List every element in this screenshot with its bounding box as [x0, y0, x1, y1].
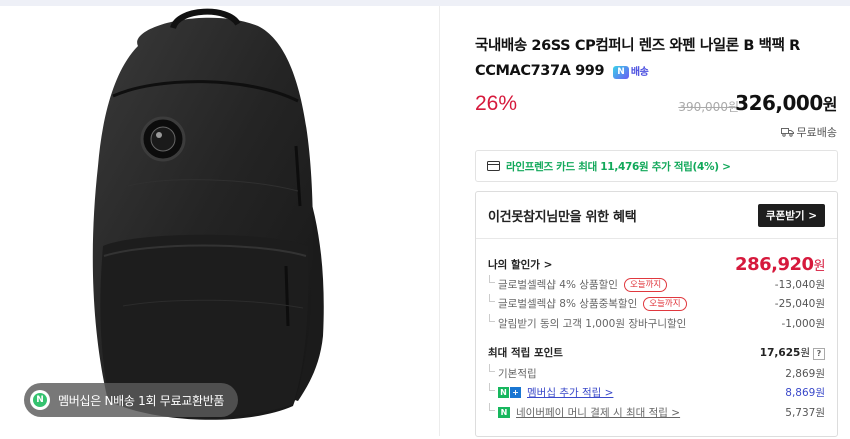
card-icon [487, 161, 500, 171]
npay-icon: N [498, 407, 510, 418]
product-image-panel[interactable]: N 멤버십은 N배송 1회 무료교환반품 [8, 6, 440, 436]
benefit-box: 이건못참지님만을 위한 혜택 쿠폰받기 > 나의 할인가 > 286,920원 … [475, 191, 838, 437]
card-promo[interactable]: 라인프렌즈 카드 최대 11,476원 추가 적립(4%) > [475, 150, 838, 182]
discount-rate: 26% [475, 92, 518, 115]
original-price: 390,000원 [678, 100, 739, 114]
today-badge: 오늘까지 [643, 296, 687, 311]
point-row-membership[interactable]: N + 멤버십 추가 적립 > 8,869원 [488, 383, 825, 400]
truck-icon [780, 128, 794, 137]
n-membership-icon: N [30, 390, 50, 410]
my-discount-label[interactable]: 나의 할인가 > [488, 257, 552, 272]
coupon-button[interactable]: 쿠폰받기 > [757, 203, 825, 227]
card-promo-text: 라인프렌즈 카드 최대 11,476원 추가 적립(4%) > [506, 160, 731, 173]
points-row: 최대 적립 포인트 17,625원? [488, 345, 825, 360]
points-total: 17,625원? [760, 345, 825, 360]
my-discount-price: 286,920원 [735, 254, 825, 275]
npay-points-link[interactable]: 네이버페이 머니 결제 시 최대 적립 > [516, 405, 680, 420]
discount-row: 알림받기 동의 고객 1,000원 장바구니할인 -1,000원 [488, 314, 825, 331]
n-membership-icon: N + [498, 387, 521, 398]
discount-row: 글로벌셀렉샵 4% 상품할인 오늘까지 -13,040원 [488, 275, 825, 292]
discount-row: 글로벌셀렉샵 8% 상품중복할인 오늘까지 -25,040원 [488, 294, 825, 311]
membership-pill-text: 멤버십은 N배송 1회 무료교환반품 [58, 393, 225, 408]
point-row-npay[interactable]: N 네이버페이 머니 결제 시 최대 적립 > 5,737원 [488, 403, 825, 420]
points-label: 최대 적립 포인트 [488, 347, 563, 359]
benefit-heading: 이건못참지님만을 위한 혜택 [488, 209, 637, 225]
shipping-info: 무료배송 [780, 124, 837, 140]
point-row: 기본적립 2,869원 [488, 364, 825, 381]
sale-price: 326,000원 [735, 91, 837, 115]
n-delivery-icon: N 배송 [612, 60, 649, 85]
membership-points-link[interactable]: 멤버십 추가 적립 > [527, 385, 613, 400]
product-title: 국내배송 26SS CP컴퍼니 렌즈 와펜 나일론 B 백팩 R CCMAC73… [475, 34, 845, 85]
membership-pill[interactable]: N 멤버십은 N배송 1회 무료교환반품 [24, 383, 239, 417]
delivery-badge-label: 배송 [630, 67, 649, 78]
benefit-header: 이건못참지님만을 위한 혜택 쿠폰받기 > [476, 192, 837, 239]
product-image [92, 8, 324, 420]
help-icon[interactable]: ? [813, 348, 825, 360]
my-discount-row[interactable]: 나의 할인가 > 286,920원 [488, 254, 826, 275]
today-badge: 오늘까지 [623, 277, 668, 292]
